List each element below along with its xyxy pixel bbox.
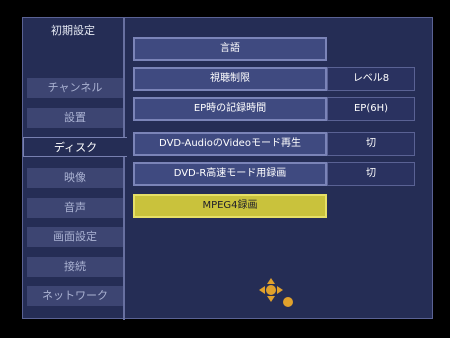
- sidebar-item-channel[interactable]: チャンネル: [27, 78, 123, 98]
- sidebar-item-audio[interactable]: 音声: [27, 198, 123, 218]
- dpad-navigation-icon: [259, 278, 293, 307]
- sidebar-title: 初期設定: [51, 24, 95, 37]
- parental-control-value: レベル8: [327, 67, 415, 91]
- sidebar-divider: [123, 18, 125, 320]
- menu-item-ep-record-time[interactable]: EP時の記録時間: [133, 97, 327, 121]
- menu-item-dvd-r-high-speed[interactable]: DVD-R高速モード用録画: [133, 162, 327, 186]
- sidebar-item-disc[interactable]: ディスク: [23, 137, 127, 157]
- sidebar-item-video[interactable]: 映像: [27, 168, 123, 188]
- settings-screen: 初期設定 チャンネル 設置 ディスク 映像 音声 画面設定 接続 ネットワーク …: [22, 17, 433, 320]
- sidebar-item-network[interactable]: ネットワーク: [27, 286, 123, 306]
- menu-item-dvd-audio-video-mode[interactable]: DVD-AudioのVideoモード再生: [133, 132, 327, 156]
- menu-item-parental-control[interactable]: 視聴制限: [133, 67, 327, 91]
- sidebar-item-connection[interactable]: 接続: [27, 257, 123, 277]
- sidebar-item-setup[interactable]: 設置: [27, 108, 123, 128]
- menu-item-language[interactable]: 言語: [133, 37, 327, 61]
- dvd-audio-video-mode-value: 切: [327, 132, 415, 156]
- sidebar-item-display[interactable]: 画面設定: [27, 227, 123, 247]
- ep-record-time-value: EP(6H): [327, 97, 415, 121]
- menu-item-mpeg4-record[interactable]: MPEG4録画: [133, 194, 327, 218]
- dvd-r-high-speed-value: 切: [327, 162, 415, 186]
